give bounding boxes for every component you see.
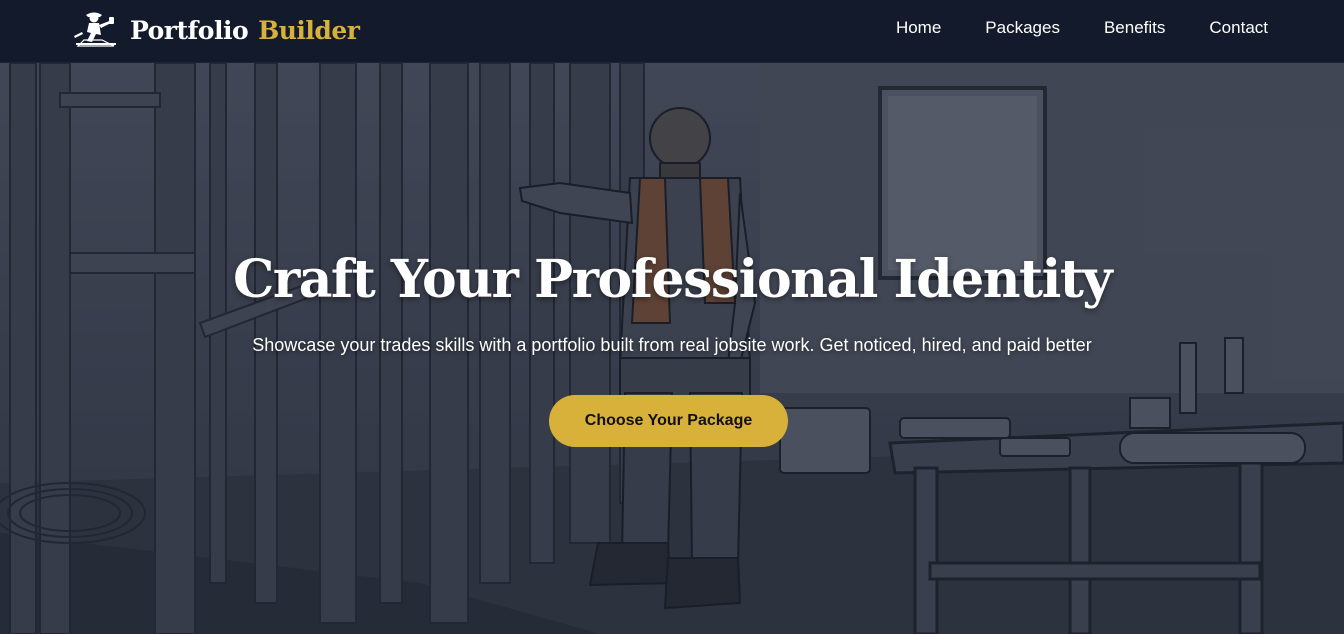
hero-subtitle: Showcase your trades skills with a portf… <box>252 335 1092 355</box>
top-navbar: Portfolio Builder Home Packages Benefits … <box>0 0 1344 63</box>
hero-content: Craft Your Professional Identity Showcas… <box>0 63 1344 634</box>
choose-package-button[interactable]: Choose Your Package <box>549 395 788 447</box>
hero-section: Craft Your Professional Identity Showcas… <box>0 63 1344 634</box>
worker-tools-logo-icon <box>74 12 116 47</box>
brand-home-link[interactable]: Portfolio Builder <box>72 10 360 50</box>
brand-name-part2: Builder <box>258 15 360 45</box>
brand-name: Portfolio Builder <box>130 15 360 45</box>
nav-link-packages[interactable]: Packages <box>985 18 1060 38</box>
brand-name-part1: Portfolio <box>130 15 249 45</box>
nav-link-home[interactable]: Home <box>896 18 941 38</box>
main-navigation: Home Packages Benefits Contact <box>896 0 1268 56</box>
nav-link-contact[interactable]: Contact <box>1209 18 1268 38</box>
nav-link-benefits[interactable]: Benefits <box>1104 18 1165 38</box>
hero-title: Craft Your Professional Identity <box>232 249 1113 310</box>
